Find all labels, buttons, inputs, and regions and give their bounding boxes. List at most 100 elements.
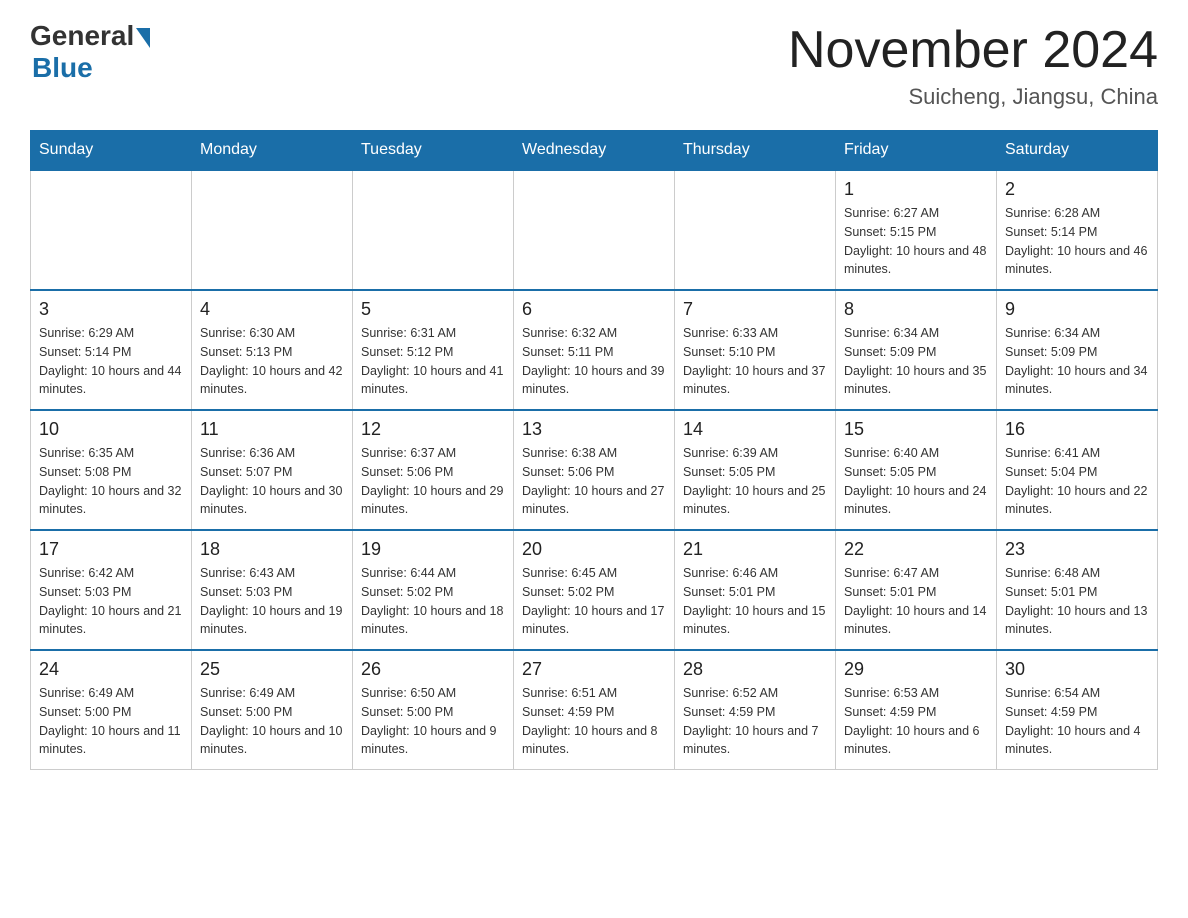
calendar-cell <box>675 170 836 290</box>
sun-info: Sunrise: 6:36 AMSunset: 5:07 PMDaylight:… <box>200 444 344 519</box>
calendar-cell: 22 Sunrise: 6:47 AMSunset: 5:01 PMDayligh… <box>836 530 997 650</box>
day-number: 26 <box>361 659 505 680</box>
sun-info: Sunrise: 6:34 AMSunset: 5:09 PMDaylight:… <box>1005 324 1149 399</box>
calendar-cell: 21 Sunrise: 6:46 AMSunset: 5:01 PMDayligh… <box>675 530 836 650</box>
sun-info: Sunrise: 6:50 AMSunset: 5:00 PMDaylight:… <box>361 684 505 759</box>
sun-info: Sunrise: 6:38 AMSunset: 5:06 PMDaylight:… <box>522 444 666 519</box>
sun-info: Sunrise: 6:35 AMSunset: 5:08 PMDaylight:… <box>39 444 183 519</box>
day-number: 10 <box>39 419 183 440</box>
day-number: 7 <box>683 299 827 320</box>
calendar-cell: 8 Sunrise: 6:34 AMSunset: 5:09 PMDaylight… <box>836 290 997 410</box>
sun-info: Sunrise: 6:27 AMSunset: 5:15 PMDaylight:… <box>844 204 988 279</box>
day-number: 2 <box>1005 179 1149 200</box>
calendar-cell: 1 Sunrise: 6:27 AMSunset: 5:15 PMDaylight… <box>836 170 997 290</box>
sun-info: Sunrise: 6:28 AMSunset: 5:14 PMDaylight:… <box>1005 204 1149 279</box>
weekday-header-saturday: Saturday <box>997 131 1158 171</box>
day-number: 20 <box>522 539 666 560</box>
sun-info: Sunrise: 6:39 AMSunset: 5:05 PMDaylight:… <box>683 444 827 519</box>
sun-info: Sunrise: 6:34 AMSunset: 5:09 PMDaylight:… <box>844 324 988 399</box>
day-number: 19 <box>361 539 505 560</box>
week-row-1: 1 Sunrise: 6:27 AMSunset: 5:15 PMDaylight… <box>31 170 1158 290</box>
calendar-cell: 23Sunrise: 6:48 AMSunset: 5:01 PMDayligh… <box>997 530 1158 650</box>
page-header: General Blue November 2024 Suicheng, Jia… <box>30 20 1158 110</box>
calendar-cell: 5 Sunrise: 6:31 AMSunset: 5:12 PMDaylight… <box>353 290 514 410</box>
day-number: 28 <box>683 659 827 680</box>
day-number: 29 <box>844 659 988 680</box>
day-number: 21 <box>683 539 827 560</box>
weekday-header-monday: Monday <box>192 131 353 171</box>
calendar-cell: 27Sunrise: 6:51 AMSunset: 4:59 PMDayligh… <box>514 650 675 770</box>
calendar-cell <box>514 170 675 290</box>
calendar-cell: 9 Sunrise: 6:34 AMSunset: 5:09 PMDaylight… <box>997 290 1158 410</box>
day-number: 30 <box>1005 659 1149 680</box>
sun-info: Sunrise: 6:44 AMSunset: 5:02 PMDaylight:… <box>361 564 505 639</box>
day-number: 9 <box>1005 299 1149 320</box>
day-number: 23 <box>1005 539 1149 560</box>
day-number: 4 <box>200 299 344 320</box>
logo-arrow-icon <box>136 28 150 48</box>
day-number: 8 <box>844 299 988 320</box>
day-number: 1 <box>844 179 988 200</box>
sun-info: Sunrise: 6:29 AMSunset: 5:14 PMDaylight:… <box>39 324 183 399</box>
day-number: 14 <box>683 419 827 440</box>
sun-info: Sunrise: 6:43 AMSunset: 5:03 PMDaylight:… <box>200 564 344 639</box>
week-row-4: 17 Sunrise: 6:42 AMSunset: 5:03 PMDayligh… <box>31 530 1158 650</box>
calendar-cell: 24Sunrise: 6:49 AMSunset: 5:00 PMDayligh… <box>31 650 192 770</box>
calendar-cell: 25 Sunrise: 6:49 AMSunset: 5:00 PMDayligh… <box>192 650 353 770</box>
sun-info: Sunrise: 6:47 AMSunset: 5:01 PMDaylight:… <box>844 564 988 639</box>
sun-info: Sunrise: 6:30 AMSunset: 5:13 PMDaylight:… <box>200 324 344 399</box>
calendar-cell: 12 Sunrise: 6:37 AMSunset: 5:06 PMDayligh… <box>353 410 514 530</box>
sun-info: Sunrise: 6:42 AMSunset: 5:03 PMDaylight:… <box>39 564 183 639</box>
sun-info: Sunrise: 6:46 AMSunset: 5:01 PMDaylight:… <box>683 564 827 639</box>
day-number: 13 <box>522 419 666 440</box>
sun-info: Sunrise: 6:54 AMSunset: 4:59 PMDaylight:… <box>1005 684 1149 759</box>
logo: General Blue <box>30 20 150 84</box>
weekday-header-thursday: Thursday <box>675 131 836 171</box>
sun-info: Sunrise: 6:49 AMSunset: 5:00 PMDaylight:… <box>200 684 344 759</box>
week-row-2: 3 Sunrise: 6:29 AMSunset: 5:14 PMDaylight… <box>31 290 1158 410</box>
calendar-cell: 7Sunrise: 6:33 AMSunset: 5:10 PMDaylight… <box>675 290 836 410</box>
sun-info: Sunrise: 6:45 AMSunset: 5:02 PMDaylight:… <box>522 564 666 639</box>
calendar-cell: 18 Sunrise: 6:43 AMSunset: 5:03 PMDayligh… <box>192 530 353 650</box>
calendar-cell: 10 Sunrise: 6:35 AMSunset: 5:08 PMDayligh… <box>31 410 192 530</box>
sun-info: Sunrise: 6:53 AMSunset: 4:59 PMDaylight:… <box>844 684 988 759</box>
calendar-cell: 4 Sunrise: 6:30 AMSunset: 5:13 PMDaylight… <box>192 290 353 410</box>
day-number: 11 <box>200 419 344 440</box>
day-number: 22 <box>844 539 988 560</box>
week-row-3: 10 Sunrise: 6:35 AMSunset: 5:08 PMDayligh… <box>31 410 1158 530</box>
calendar-cell: 6Sunrise: 6:32 AMSunset: 5:11 PMDaylight… <box>514 290 675 410</box>
day-number: 18 <box>200 539 344 560</box>
weekday-header-sunday: Sunday <box>31 131 192 171</box>
sun-info: Sunrise: 6:40 AMSunset: 5:05 PMDaylight:… <box>844 444 988 519</box>
sun-info: Sunrise: 6:41 AMSunset: 5:04 PMDaylight:… <box>1005 444 1149 519</box>
calendar-cell <box>31 170 192 290</box>
calendar-cell: 15Sunrise: 6:40 AMSunset: 5:05 PMDayligh… <box>836 410 997 530</box>
calendar-cell: 2 Sunrise: 6:28 AMSunset: 5:14 PMDaylight… <box>997 170 1158 290</box>
weekday-header-wednesday: Wednesday <box>514 131 675 171</box>
logo-general-text: General <box>30 20 134 52</box>
day-number: 25 <box>200 659 344 680</box>
day-number: 12 <box>361 419 505 440</box>
sun-info: Sunrise: 6:37 AMSunset: 5:06 PMDaylight:… <box>361 444 505 519</box>
day-number: 16 <box>1005 419 1149 440</box>
logo-blue-text: Blue <box>32 52 93 84</box>
calendar-cell: 19 Sunrise: 6:44 AMSunset: 5:02 PMDayligh… <box>353 530 514 650</box>
month-title: November 2024 <box>788 20 1158 80</box>
weekday-header-tuesday: Tuesday <box>353 131 514 171</box>
sun-info: Sunrise: 6:52 AMSunset: 4:59 PMDaylight:… <box>683 684 827 759</box>
week-row-5: 24Sunrise: 6:49 AMSunset: 5:00 PMDayligh… <box>31 650 1158 770</box>
calendar-cell: 13 Sunrise: 6:38 AMSunset: 5:06 PMDayligh… <box>514 410 675 530</box>
location-text: Suicheng, Jiangsu, China <box>788 84 1158 110</box>
day-number: 3 <box>39 299 183 320</box>
calendar-cell: 11 Sunrise: 6:36 AMSunset: 5:07 PMDayligh… <box>192 410 353 530</box>
day-number: 17 <box>39 539 183 560</box>
calendar-cell: 20 Sunrise: 6:45 AMSunset: 5:02 PMDayligh… <box>514 530 675 650</box>
weekday-header-row: SundayMondayTuesdayWednesdayThursdayFrid… <box>31 131 1158 171</box>
calendar-cell: 26 Sunrise: 6:50 AMSunset: 5:00 PMDayligh… <box>353 650 514 770</box>
sun-info: Sunrise: 6:31 AMSunset: 5:12 PMDaylight:… <box>361 324 505 399</box>
weekday-header-friday: Friday <box>836 131 997 171</box>
day-number: 5 <box>361 299 505 320</box>
calendar-cell: 30 Sunrise: 6:54 AMSunset: 4:59 PMDayligh… <box>997 650 1158 770</box>
calendar-cell: 29 Sunrise: 6:53 AMSunset: 4:59 PMDayligh… <box>836 650 997 770</box>
calendar-cell: 3 Sunrise: 6:29 AMSunset: 5:14 PMDaylight… <box>31 290 192 410</box>
